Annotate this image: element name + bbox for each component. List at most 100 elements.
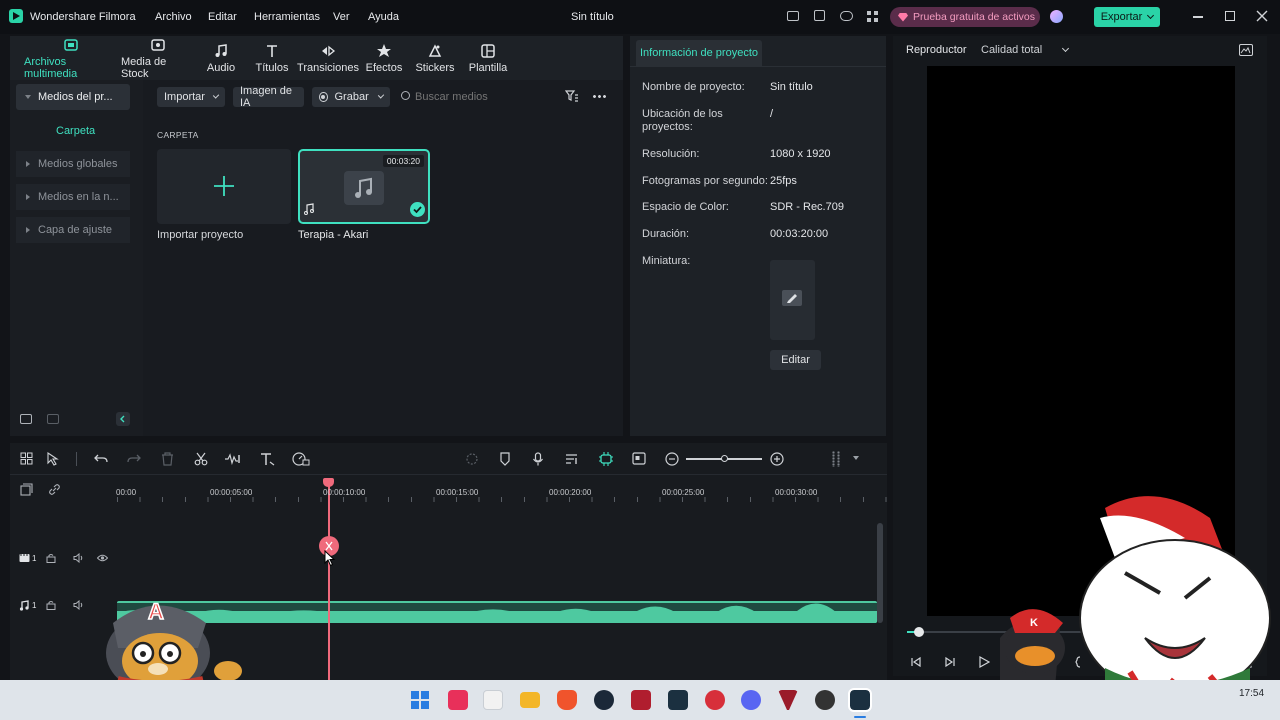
audio-edit-icon[interactable] xyxy=(224,452,242,466)
valorant-icon[interactable] xyxy=(778,690,798,710)
voicemeeter-icon[interactable] xyxy=(631,690,651,710)
sidebar-item-cloud-media[interactable]: Medios en la n... xyxy=(16,184,130,210)
tiktok-icon[interactable] xyxy=(448,690,468,710)
menu-herramientas[interactable]: Herramientas xyxy=(254,11,320,23)
delete-icon[interactable] xyxy=(161,452,174,466)
collapse-sidebar-icon[interactable] xyxy=(116,412,130,426)
windows-start-icon[interactable] xyxy=(411,691,429,709)
filter-icon[interactable] xyxy=(564,90,579,102)
filmora-active-taskbar-icon[interactable] xyxy=(848,688,872,712)
pencil-icon xyxy=(782,290,802,306)
tab-label: Información de proyecto xyxy=(639,47,758,59)
monitor-icon[interactable] xyxy=(787,11,799,21)
auto-highlight-icon[interactable] xyxy=(465,452,479,466)
menu-archivo[interactable]: Archivo xyxy=(155,11,192,23)
discord-icon[interactable] xyxy=(741,690,761,710)
video-track-number: 1 xyxy=(32,554,37,563)
tab-project-info[interactable]: Información de proyecto xyxy=(636,40,762,66)
playback-scrubber-handle[interactable] xyxy=(914,627,924,637)
restore-icon[interactable] xyxy=(1225,11,1235,21)
tab-transiciones[interactable]: Transiciones xyxy=(297,36,359,80)
zoom-slider-handle[interactable] xyxy=(721,455,728,462)
link-icon[interactable] xyxy=(48,483,61,496)
app-name: Wondershare Filmora xyxy=(30,11,136,23)
audio-media-tile[interactable]: 00:03:20 xyxy=(298,149,430,224)
close-icon[interactable] xyxy=(1256,10,1268,22)
bunny-character-overlay: K xyxy=(1000,496,1271,688)
marker-icon[interactable] xyxy=(499,452,511,466)
chevron-down-icon[interactable] xyxy=(1061,44,1070,53)
speed-icon[interactable] xyxy=(292,451,310,467)
split-scissors-icon[interactable] xyxy=(194,452,208,466)
thumbnail-preview[interactable] xyxy=(770,260,815,340)
eye-icon[interactable] xyxy=(97,553,108,563)
microphone-icon[interactable] xyxy=(532,452,544,466)
tab-stickers[interactable]: Stickers xyxy=(413,36,457,80)
ai-image-button[interactable]: Imagen de IA xyxy=(233,85,304,109)
previous-frame-icon[interactable] xyxy=(910,656,922,668)
edit-thumbnail-button[interactable]: Editar xyxy=(770,350,821,370)
apps-grid-icon[interactable] xyxy=(867,11,878,22)
sidebar-item-adjustment-layer[interactable]: Capa de ajuste xyxy=(16,217,130,243)
record-button[interactable]: Grabar xyxy=(312,87,390,107)
lock-track-icon[interactable] xyxy=(46,600,56,610)
tab-archivos-multimedia[interactable]: Archivos multimedia xyxy=(24,36,118,80)
info-label-resolution: Resolución: xyxy=(642,148,700,160)
import-label: Importar xyxy=(164,91,205,103)
chevron-down-icon[interactable] xyxy=(853,456,859,460)
layout-grid-icon[interactable] xyxy=(20,452,33,465)
playhead-line[interactable] xyxy=(328,483,330,680)
tab-plantilla[interactable]: Plantilla xyxy=(465,36,511,80)
import-project-tile[interactable] xyxy=(157,149,291,224)
trial-assets-button[interactable]: Prueba gratuita de activos xyxy=(890,7,1040,27)
add-track-icon[interactable] xyxy=(20,483,33,496)
snapshot-icon[interactable] xyxy=(1239,44,1253,56)
menu-ver[interactable]: Ver xyxy=(333,11,350,23)
export-button[interactable]: Exportar xyxy=(1094,7,1160,27)
zoom-out-icon[interactable] xyxy=(665,452,679,466)
more-options-icon[interactable] xyxy=(592,95,606,98)
tab-audio[interactable]: Audio xyxy=(201,36,241,80)
app-record-icon[interactable] xyxy=(815,690,835,710)
tab-media-de-stock[interactable]: Media de Stock xyxy=(121,36,195,80)
steam-icon[interactable] xyxy=(594,690,614,710)
new-folder-icon[interactable] xyxy=(20,414,32,424)
sidebar-folder[interactable]: Carpeta xyxy=(56,125,95,137)
zoom-in-icon[interactable] xyxy=(770,452,784,466)
import-folder-icon[interactable] xyxy=(47,414,59,424)
mute-track-icon[interactable] xyxy=(73,600,84,610)
filmora-taskbar-icon[interactable] xyxy=(668,690,688,710)
avatar[interactable] xyxy=(1050,10,1063,23)
next-frame-icon[interactable] xyxy=(944,656,956,668)
obs-icon[interactable] xyxy=(705,690,725,710)
redo-icon[interactable] xyxy=(127,452,141,466)
gem-icon xyxy=(898,12,908,22)
file-explorer-icon[interactable] xyxy=(520,692,540,708)
sidebar-item-project-media[interactable]: Medios del pr... xyxy=(16,84,130,110)
cloud-icon[interactable] xyxy=(840,11,853,21)
audio-mixer-icon[interactable] xyxy=(565,452,579,466)
menu-ayuda[interactable]: Ayuda xyxy=(368,11,399,23)
save-icon[interactable] xyxy=(814,10,825,21)
tab-titulos[interactable]: Títulos xyxy=(250,36,294,80)
mute-track-icon[interactable] xyxy=(73,553,84,563)
brave-browser-icon[interactable] xyxy=(557,690,577,710)
text-tool-icon[interactable] xyxy=(260,452,275,466)
caret-down-icon xyxy=(25,95,31,99)
picture-in-picture-icon[interactable] xyxy=(632,452,646,465)
typora-icon[interactable] xyxy=(483,690,503,710)
tab-efectos[interactable]: Efectos xyxy=(363,36,405,80)
import-button[interactable]: Importar xyxy=(157,87,225,107)
lock-track-icon[interactable] xyxy=(46,553,56,563)
quality-select[interactable]: Calidad total xyxy=(981,44,1042,56)
menu-editar[interactable]: Editar xyxy=(208,11,237,23)
timeline-scrollbar[interactable] xyxy=(877,523,883,623)
track-height-icon[interactable] xyxy=(831,451,841,467)
sidebar-item-global-media[interactable]: Medios globales xyxy=(16,151,130,177)
ai-magnet-icon[interactable] xyxy=(598,451,614,467)
playhead-handle[interactable] xyxy=(323,478,334,487)
undo-icon[interactable] xyxy=(94,452,108,466)
search-input[interactable] xyxy=(415,88,555,106)
minimize-icon[interactable] xyxy=(1193,16,1203,18)
select-tool-icon[interactable] xyxy=(46,452,60,466)
